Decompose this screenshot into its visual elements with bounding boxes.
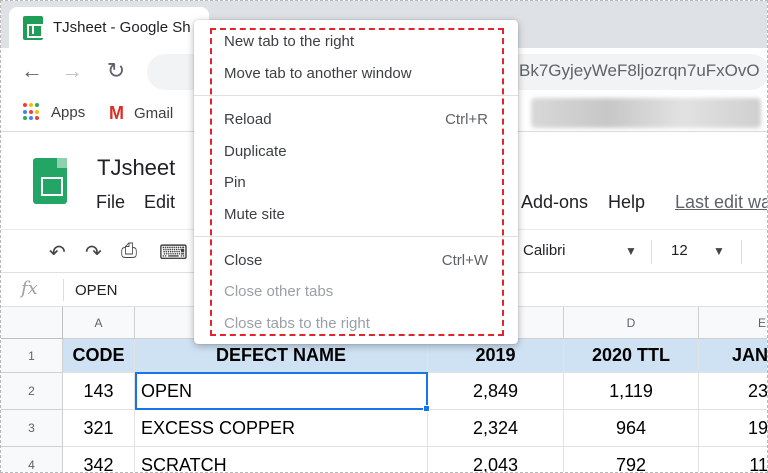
font-size-caret-icon[interactable]: ▼ — [713, 244, 725, 258]
menu-file[interactable]: File — [96, 192, 125, 213]
browser-tab[interactable]: TJsheet - Google Sh — [9, 7, 209, 48]
row-header[interactable]: 3 — [1, 410, 63, 447]
fill-handle[interactable] — [423, 405, 430, 412]
bookmark-apps-label: Apps — [51, 103, 86, 121]
sheets-favicon-icon — [23, 15, 43, 40]
print-icon[interactable]: ⎙ — [121, 240, 137, 263]
sheets-logo-icon[interactable] — [33, 158, 67, 204]
menu-edit[interactable]: Edit — [144, 192, 175, 213]
table-cell[interactable]: 2020 TTL — [564, 339, 699, 373]
table-cell[interactable]: JAN — [699, 339, 767, 373]
reload-icon[interactable]: ↻ — [103, 58, 129, 84]
menu-add-ons[interactable]: Add-ons — [521, 192, 588, 213]
toolbar-divider — [651, 240, 652, 264]
column-header-e[interactable]: E — [699, 307, 767, 339]
bookmark-gmail-label: Gmail — [134, 105, 174, 122]
bookmark-apps[interactable]: Apps — [23, 103, 85, 121]
table-cell[interactable]: 1,119 — [564, 373, 699, 410]
column-header-a[interactable]: A — [63, 307, 135, 339]
screenshot-frame: TJsheet - Google Sh ← → ↻ Bk7GyjeyWeF8lj… — [0, 0, 768, 473]
table-cell[interactable]: 11 — [699, 447, 767, 473]
table-cell[interactable]: 2019 — [428, 339, 564, 373]
bookmark-gmail[interactable]: M Gmail — [109, 103, 173, 124]
menu-help[interactable]: Help — [608, 192, 645, 213]
redo-icon[interactable]: ↷ — [85, 240, 102, 265]
annotation-dashed-highlight — [210, 28, 504, 336]
table-cell[interactable]: 2,849 — [428, 373, 564, 410]
table-cell[interactable]: 2,043 — [428, 447, 564, 472]
table-cell[interactable]: DEFECT NAME — [135, 339, 428, 373]
apps-grid-icon — [23, 103, 41, 121]
column-header-d[interactable]: D — [564, 307, 699, 339]
table-cell[interactable]: 342 — [63, 447, 135, 472]
table-cell[interactable]: 23 — [699, 373, 767, 410]
formula-divider — [63, 279, 64, 301]
formula-input[interactable]: OPEN — [75, 282, 118, 299]
forward-arrow-icon[interactable]: → — [59, 58, 85, 84]
back-arrow-icon[interactable]: ← — [19, 58, 45, 84]
table-cell[interactable]: EXCESS COPPER — [135, 410, 428, 447]
undo-icon[interactable]: ↶ — [49, 240, 66, 265]
table-cell[interactable]: SCRATCH — [135, 447, 428, 472]
table-cell[interactable]: 2,324 — [428, 410, 564, 447]
row-header[interactable]: 4 — [1, 447, 63, 472]
table-cell[interactable]: 19 — [699, 410, 767, 447]
font-family-select[interactable]: Calibri — [523, 242, 566, 259]
table-cell[interactable]: 321 — [63, 410, 135, 447]
table-cell[interactable]: CODE — [63, 339, 135, 373]
select-all-corner[interactable] — [1, 307, 63, 339]
blurred-bookmarks — [531, 98, 761, 128]
last-edit-link[interactable]: Last edit wa — [675, 192, 767, 213]
toolbar-divider — [741, 240, 742, 264]
tab-title: TJsheet - Google Sh — [53, 19, 191, 36]
document-title[interactable]: TJsheet — [97, 155, 175, 181]
url-text: Bk7GyjeyWeF8ljozrqn7uFxOvO — [519, 61, 760, 80]
row-header[interactable]: 1 — [1, 339, 63, 373]
font-dropdown-caret-icon[interactable]: ▼ — [625, 244, 637, 258]
gmail-icon: M — [109, 103, 124, 123]
paint-format-icon[interactable]: ⌨ — [159, 240, 188, 265]
table-cell[interactable]: 964 — [564, 410, 699, 447]
active-cell-selection — [135, 372, 430, 412]
font-size-select[interactable]: 12 — [671, 242, 688, 259]
table-cell[interactable]: 792 — [564, 447, 699, 472]
row-header[interactable]: 2 — [1, 373, 63, 410]
fx-icon: fx — [21, 278, 38, 299]
table-cell[interactable]: 143 — [63, 373, 135, 410]
tab-context-menu: New tab to the right Move tab to another… — [194, 20, 518, 344]
